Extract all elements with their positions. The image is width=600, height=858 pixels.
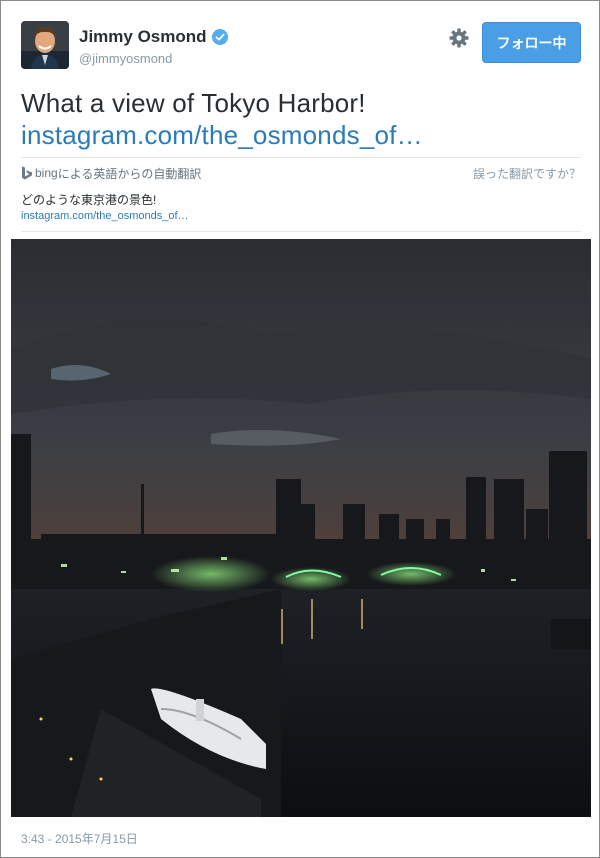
gear-icon[interactable] bbox=[448, 27, 470, 49]
translated-text: どのような東京港の景色! bbox=[21, 193, 157, 207]
divider bbox=[21, 157, 581, 158]
bing-icon bbox=[21, 166, 33, 180]
avatar[interactable] bbox=[21, 21, 69, 69]
verified-badge-icon bbox=[211, 29, 228, 45]
translation-header: bing による英語からの自動翻訳 誤った翻訳ですか？ bbox=[21, 163, 581, 183]
translated-link[interactable]: instagram.com/the_osmonds_of… bbox=[21, 210, 189, 222]
translation-source-note: による英語からの自動翻訳 bbox=[57, 166, 202, 181]
bing-label: bing bbox=[35, 166, 58, 180]
divider bbox=[21, 231, 581, 232]
tweet-link[interactable]: instagram.com/the_osmonds_of… bbox=[21, 119, 423, 151]
timestamp[interactable]: 3:43 - 2015年7月15日 bbox=[21, 830, 138, 847]
tweet-text: What a view of Tokyo Harbor! bbox=[21, 88, 366, 118]
following-button[interactable]: フォロー中 bbox=[482, 22, 581, 63]
user-name-row[interactable]: Jimmy Osmond bbox=[79, 27, 228, 47]
tweet-card: Jimmy Osmond @jimmyosmond フォロー中 What a v… bbox=[0, 0, 600, 858]
wrong-translation-link[interactable]: 誤った翻訳ですか？ bbox=[473, 165, 581, 182]
user-name[interactable]: Jimmy Osmond bbox=[79, 27, 207, 47]
user-handle[interactable]: @jimmyosmond bbox=[79, 51, 172, 66]
tweet-photo[interactable] bbox=[11, 239, 591, 817]
